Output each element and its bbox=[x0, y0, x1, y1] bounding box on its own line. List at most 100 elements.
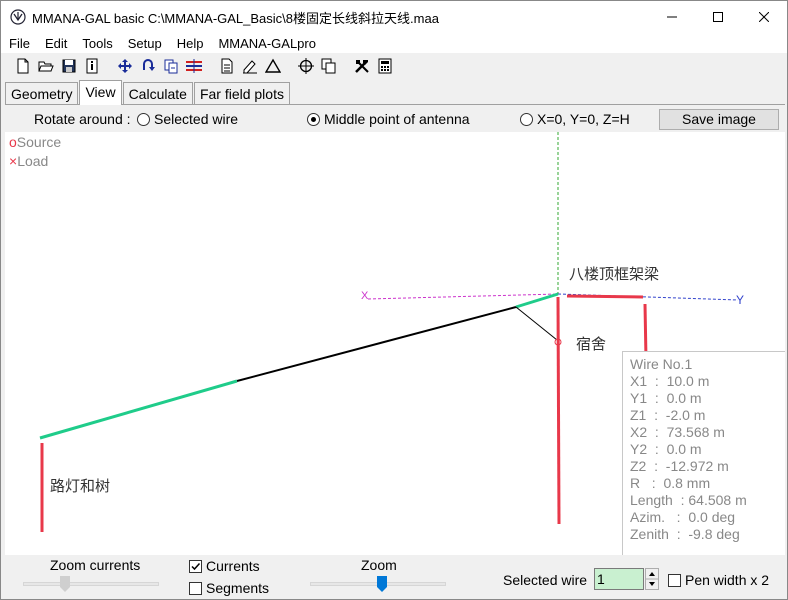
new-file-button[interactable] bbox=[11, 55, 34, 77]
triangle-icon bbox=[264, 58, 281, 73]
radio-selected-wire[interactable]: Selected wire bbox=[137, 111, 238, 127]
y-axis-label: Y bbox=[736, 293, 745, 307]
zoom-currents-label: Zoom currents bbox=[50, 557, 141, 573]
tab-far-field-plots[interactable]: Far field plots bbox=[193, 82, 290, 104]
menu-tools[interactable]: Tools bbox=[74, 36, 119, 51]
copy-icon bbox=[164, 59, 177, 74]
close-button[interactable] bbox=[741, 1, 787, 33]
feed-wire bbox=[515, 306, 558, 341]
open-folder-icon bbox=[37, 61, 54, 72]
legend-source: oSource bbox=[9, 134, 61, 150]
wire-current-left bbox=[39, 379, 238, 440]
target-icon bbox=[297, 58, 314, 74]
close-icon bbox=[759, 12, 769, 22]
edit-button[interactable] bbox=[238, 55, 261, 77]
menu-file[interactable]: File bbox=[1, 36, 37, 51]
new-file-icon bbox=[17, 58, 28, 74]
wire-info-x1: X1 : 10.0 m bbox=[630, 373, 710, 389]
minimize-icon bbox=[667, 16, 677, 18]
target-button[interactable] bbox=[294, 55, 317, 77]
radio-middle-point[interactable]: Middle point of antenna bbox=[307, 111, 470, 127]
maximize-icon bbox=[713, 12, 723, 22]
duplicate-icon bbox=[321, 58, 335, 74]
align-button[interactable] bbox=[182, 55, 205, 77]
open-file-button[interactable] bbox=[34, 55, 57, 77]
rotate-button[interactable] bbox=[136, 55, 159, 77]
radio-circle-checked bbox=[307, 112, 320, 126]
calculator-button[interactable] bbox=[373, 55, 396, 77]
info-button[interactable] bbox=[80, 55, 103, 77]
menu-mmana-galpro[interactable]: MMANA-GALpro bbox=[210, 36, 323, 51]
pen-width-check-box bbox=[668, 573, 681, 587]
align-icon bbox=[185, 59, 202, 73]
duplicate-button[interactable] bbox=[317, 55, 340, 77]
window-controls bbox=[649, 1, 787, 33]
wire-info-panel: Wire No.1 X1 : 10.0 m Y1 : 0.0 m Z1 : -2… bbox=[622, 351, 785, 555]
zoom-slider-thumb[interactable] bbox=[377, 576, 387, 592]
radio-origin[interactable]: X=0, Y=0, Z=H bbox=[520, 111, 630, 127]
radio-label: Selected wire bbox=[154, 111, 239, 127]
x-axis bbox=[367, 293, 559, 300]
radio-label: X=0, Y=0, Z=H bbox=[537, 111, 630, 127]
menu-setup[interactable]: Setup bbox=[120, 36, 169, 51]
tab-strip: Geometry View Calculate Far field plots bbox=[5, 80, 291, 105]
edit-icon bbox=[242, 60, 257, 74]
minimize-button[interactable] bbox=[649, 1, 695, 33]
zoom-label: Zoom bbox=[361, 557, 397, 573]
app-icon bbox=[10, 9, 26, 25]
wire-info-y2: Y2 : 0.0 m bbox=[630, 441, 702, 457]
radio-circle bbox=[520, 112, 533, 126]
roof-beam bbox=[566, 294, 644, 299]
main-window: MMANA-GAL basic C:\MMANA-GAL_Basic\8楼固定长… bbox=[0, 0, 788, 600]
save-image-button[interactable]: Save image bbox=[659, 109, 779, 130]
wire-info-zenith: Zenith : -9.8 deg bbox=[630, 526, 740, 542]
move-icon bbox=[117, 59, 132, 73]
wire-current-right bbox=[515, 292, 559, 309]
load-legend-icon: × bbox=[9, 153, 18, 169]
selected-wire-input[interactable]: 1 bbox=[594, 568, 644, 590]
source-legend-label: Source bbox=[16, 134, 62, 150]
wire-info-x2: X2 : 73.568 m bbox=[630, 424, 725, 440]
rotate-around-label: Rotate around : bbox=[34, 111, 131, 127]
wire-info-z2: Z2 : -12.972 m bbox=[630, 458, 729, 474]
tab-calculate[interactable]: Calculate bbox=[122, 82, 193, 104]
roof-beam-annotation: 八楼顶框架梁 bbox=[569, 266, 660, 283]
wire-info-length: Length : 64.508 m bbox=[630, 492, 747, 508]
copy-wire-button[interactable] bbox=[159, 55, 182, 77]
dorm-annotation: 宿舍 bbox=[576, 336, 607, 353]
zoom-currents-slider-track[interactable] bbox=[23, 582, 159, 586]
tab-view[interactable]: View bbox=[79, 80, 122, 105]
currents-label: Currents bbox=[206, 558, 260, 574]
segments-checkbox[interactable]: Segments bbox=[189, 580, 269, 596]
save-file-button[interactable] bbox=[57, 55, 80, 77]
toolbar bbox=[1, 54, 787, 78]
segments-check-box bbox=[189, 581, 202, 595]
rotate-icon bbox=[142, 59, 155, 71]
radio-label: Middle point of antenna bbox=[324, 111, 470, 127]
wire-black-middle bbox=[236, 306, 517, 382]
pen-width-label: Pen width x 2 bbox=[685, 572, 770, 588]
bottom-controls: Zoom currents Currents Segments Zoom Sel… bbox=[5, 556, 785, 600]
tab-geometry[interactable]: Geometry bbox=[5, 82, 79, 104]
calculator-icon bbox=[378, 58, 391, 74]
menu-edit[interactable]: Edit bbox=[37, 36, 74, 51]
wire-info-title: Wire No.1 bbox=[630, 356, 693, 372]
save-disk-icon bbox=[62, 59, 75, 73]
maximize-button[interactable] bbox=[695, 1, 741, 33]
document-button[interactable] bbox=[215, 55, 238, 77]
info-icon bbox=[86, 58, 97, 74]
move-button[interactable] bbox=[113, 55, 136, 77]
load-legend-label: Load bbox=[17, 153, 49, 169]
antenna-view-canvas[interactable]: oSource ×Load X Y 八楼顶框架梁 宿舍 路灯和树 Wire No… bbox=[5, 132, 785, 555]
currents-check-box bbox=[189, 559, 202, 573]
triangle-button[interactable] bbox=[261, 55, 284, 77]
currents-checkbox[interactable]: Currents bbox=[189, 558, 260, 574]
tools-button[interactable] bbox=[350, 55, 373, 77]
street-light-annotation: 路灯和树 bbox=[50, 478, 111, 495]
source-legend-icon: o bbox=[9, 134, 17, 150]
wire-info-z1: Z1 : -2.0 m bbox=[630, 407, 706, 423]
zoom-currents-slider-thumb[interactable] bbox=[60, 576, 70, 592]
selected-wire-spinner[interactable] bbox=[645, 568, 659, 590]
pen-width-checkbox[interactable]: Pen width x 2 bbox=[668, 572, 769, 588]
menu-help[interactable]: Help bbox=[169, 36, 211, 51]
